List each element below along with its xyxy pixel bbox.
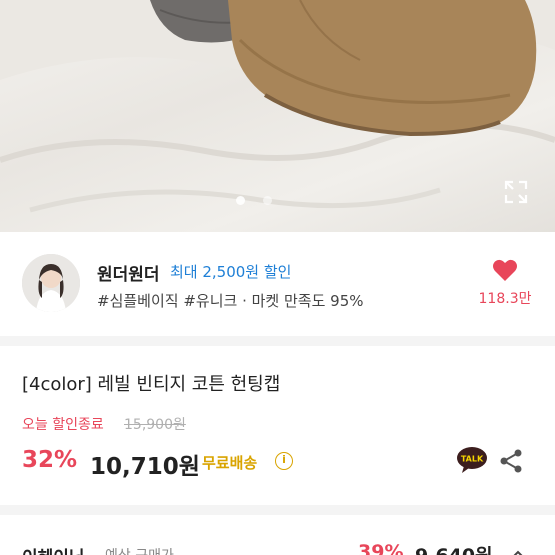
product-title: [4color] 레빌 빈티지 코튼 헌팅캡 xyxy=(22,374,281,395)
discount-rate: 32% xyxy=(22,447,78,473)
coupon-badge[interactable]: 최대 2,500원 할인 xyxy=(170,261,291,282)
expand-icon[interactable] xyxy=(502,178,530,206)
info-icon[interactable]: i xyxy=(275,452,293,470)
original-price: 15,900원 xyxy=(124,417,186,433)
expected-discount: 39% xyxy=(358,541,404,555)
expected-price-label: 예상 구매가 xyxy=(105,545,174,555)
carousel-dot-active[interactable] xyxy=(236,196,245,205)
section-divider xyxy=(0,336,555,346)
like-count: 118.3만 xyxy=(478,291,532,307)
carousel-dot[interactable] xyxy=(263,196,272,205)
expected-price-row[interactable]: 이헤이닝 예상 구매가 39% 9,640원 xyxy=(0,520,555,555)
heart-icon[interactable] xyxy=(492,258,518,282)
sale-price: 10,710원 xyxy=(90,454,200,480)
carousel-dots xyxy=(236,196,272,205)
member-label: 이헤이닝 xyxy=(22,543,85,555)
store-tags: #심플베이직 #유니크 · 마켓 만족도 95% xyxy=(97,292,364,310)
free-shipping-label: 무료배송 xyxy=(202,454,258,472)
sale-ending-label: 오늘 할인종료 xyxy=(22,417,104,433)
chevron-icon[interactable] xyxy=(510,546,526,555)
kakao-talk-button[interactable]: TALK xyxy=(456,446,488,474)
share-icon[interactable] xyxy=(498,448,524,474)
store-name[interactable]: 원더원더 xyxy=(97,260,160,285)
expected-price: 9,640원 xyxy=(415,541,493,555)
store-row[interactable]: 원더원더 최대 2,500원 할인 #심플베이직 #유니크 · 마켓 만족도 9… xyxy=(0,232,555,336)
talk-label: TALK xyxy=(461,455,484,464)
section-divider xyxy=(0,505,555,515)
product-photo xyxy=(0,0,555,213)
product-image[interactable] xyxy=(0,0,555,232)
store-avatar[interactable] xyxy=(22,254,80,312)
